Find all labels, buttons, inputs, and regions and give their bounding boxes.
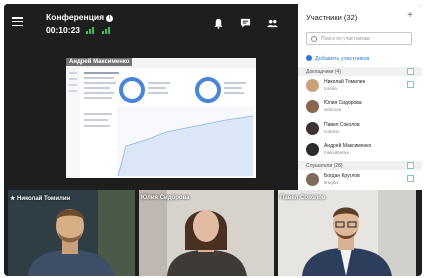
info-icon[interactable]: i (106, 15, 114, 22)
avatar (306, 122, 319, 135)
participant-row[interactable]: Юлия Сидорова sidorova (298, 99, 422, 115)
participant-row[interactable]: Богдан Круглов kruglov (298, 172, 422, 188)
video-tile[interactable]: Юлия Сидорова (139, 190, 274, 276)
tile-label: Юлия Сидорова (141, 195, 190, 201)
participant-row[interactable]: Андрей Максименко maksimenko (298, 142, 422, 158)
tile-label: ★ Николай Томилин (10, 196, 71, 202)
participant-login: maksimenko (324, 150, 350, 155)
top-bar: Конференция i 00:10:23 (4, 4, 298, 40)
participant-row[interactable]: Павел Соколов sokolov (298, 121, 422, 137)
network-signal-icon (101, 27, 111, 34)
participant-checkbox[interactable] (407, 81, 414, 88)
participants-title: Участники (32) (306, 13, 358, 22)
listeners-section[interactable]: Слушатели (28) (298, 161, 422, 170)
participant-name: Юлия Сидорова (324, 100, 362, 106)
listeners-section-label: Слушатели (28) (306, 163, 343, 169)
participant-video (139, 190, 274, 276)
participant-login: sidorova (324, 107, 342, 112)
avatar (306, 143, 319, 156)
video-tile[interactable]: ★ Николай Томилин (8, 190, 135, 276)
search-input[interactable]: Поиск по участникам (306, 32, 412, 45)
participant-checkbox[interactable] (407, 175, 414, 182)
conference-timer: 00:10:23 (46, 25, 111, 35)
participant-login: sokolov (324, 129, 340, 134)
speakers-section-label: Докладчики (4) (306, 69, 341, 75)
timer-text: 00:10:23 (46, 25, 81, 35)
avatar (306, 173, 319, 186)
participant-login: kruglov (324, 180, 339, 185)
avatar (306, 100, 319, 113)
participant-name: Богдан Круглов (324, 173, 360, 179)
participant-login: tomilin (324, 86, 338, 91)
add-user-icon (306, 55, 312, 61)
search-icon (311, 36, 317, 42)
participant-video (278, 190, 416, 276)
presenter-label: Андрей Максименко (66, 58, 133, 66)
participants-panel: Участники (32) + Поиск по участникам Доб… (298, 4, 422, 190)
section-checkbox[interactable] (407, 162, 414, 169)
add-icon[interactable]: + (407, 10, 413, 21)
add-participants-button[interactable]: Добавить участников (306, 55, 369, 62)
conference-title-text: Конференция (46, 12, 105, 22)
participant-row[interactable]: Николай Томилин tomilin (298, 78, 422, 94)
main-stage: Андрей Максименко (4, 40, 298, 190)
participant-name: Павел Соколов (324, 122, 360, 128)
conference-window: Конференция i 00:10:23 Андрей Максименко… (4, 4, 422, 276)
participant-name: Николай Томилин (324, 79, 366, 85)
tile-label: Павел Соколов (280, 195, 326, 201)
search-placeholder: Поиск по участникам (321, 36, 370, 42)
participants-icon[interactable] (267, 18, 278, 29)
section-checkbox[interactable] (407, 68, 414, 75)
participant-name: Андрей Максименко (324, 143, 372, 149)
bell-icon[interactable] (213, 18, 224, 29)
menu-icon[interactable] (12, 17, 23, 27)
video-tile[interactable]: Павел Соколов (278, 190, 416, 276)
chat-icon[interactable] (240, 18, 251, 29)
add-participants-label: Добавить участников (315, 56, 370, 62)
avatar (306, 79, 319, 92)
shared-dashboard-graphic (66, 58, 256, 178)
participant-video (8, 190, 135, 276)
screen-share: Андрей Максименко (66, 58, 256, 178)
conference-title: Конференция i (46, 12, 114, 22)
speakers-section[interactable]: Докладчики (4) (298, 67, 422, 76)
signal-icon (86, 27, 95, 34)
